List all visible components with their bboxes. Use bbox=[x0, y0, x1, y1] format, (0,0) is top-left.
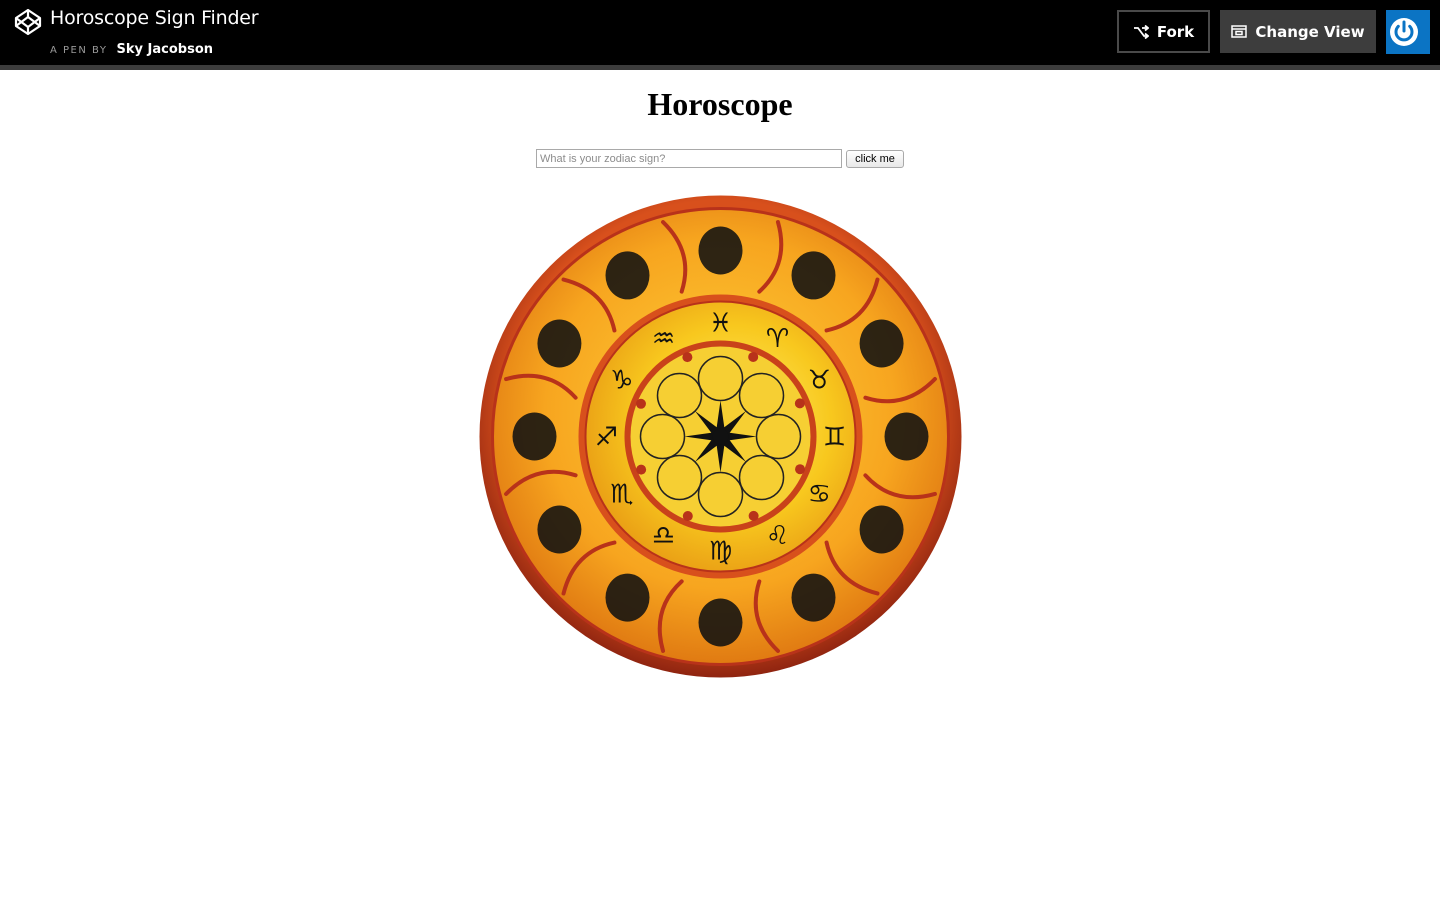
zodiac-glyph: ♋ bbox=[808, 480, 831, 510]
mandala-bead bbox=[635, 398, 646, 409]
zodiac-figure bbox=[698, 226, 743, 275]
codepen-logo-icon[interactable] bbox=[14, 8, 42, 36]
fork-button[interactable]: Fork bbox=[1117, 10, 1210, 53]
pen-byline: A PEN BY Sky Jacobson bbox=[50, 38, 213, 57]
byline-prefix: A PEN BY bbox=[50, 45, 108, 56]
zodiac-glyph: ♊ bbox=[823, 423, 846, 453]
zodiac-glyph: ♎ bbox=[652, 521, 675, 551]
zodiac-glyph: ♑ bbox=[610, 366, 633, 396]
power-icon bbox=[1390, 18, 1418, 46]
zodiac-glyph: ♏ bbox=[610, 480, 633, 510]
login-power-button[interactable] bbox=[1386, 10, 1430, 54]
change-view-icon bbox=[1231, 25, 1248, 38]
mandala-bead bbox=[748, 351, 759, 362]
zodiac-glyph: ♐ bbox=[595, 423, 618, 453]
change-view-button[interactable]: Change View bbox=[1220, 10, 1376, 53]
fork-icon bbox=[1133, 24, 1149, 39]
mandala-bead bbox=[636, 464, 647, 475]
mandala-core bbox=[712, 428, 729, 445]
zodiac-glyph: ♓ bbox=[709, 309, 732, 339]
zodiac-figure bbox=[537, 505, 582, 554]
zodiac-figure bbox=[859, 319, 904, 368]
zodiac-figure bbox=[791, 573, 836, 622]
zodiac-figure bbox=[605, 251, 650, 300]
zodiac-figure bbox=[537, 319, 582, 368]
zodiac-glyph: ♈ bbox=[766, 324, 789, 354]
zodiac-sign-input[interactable] bbox=[536, 149, 842, 168]
mandala-bead bbox=[794, 398, 805, 409]
mandala-bead bbox=[682, 352, 693, 363]
author-link[interactable]: Sky Jacobson bbox=[117, 42, 213, 57]
fork-label: Fork bbox=[1156, 22, 1195, 41]
zodiac-wheel-image: ♓ ♈ ♉ ♊ ♋ ♌ ♍ ♎ ♏ ♐ ♑ ♒ bbox=[479, 195, 962, 678]
zodiac-figure bbox=[698, 598, 743, 647]
mandala-bead bbox=[682, 511, 693, 522]
zodiac-figure bbox=[512, 412, 557, 461]
mandala-bead bbox=[748, 510, 759, 521]
zodiac-figure bbox=[884, 412, 929, 461]
click-me-button[interactable]: click me bbox=[846, 150, 904, 168]
page-title: Horoscope bbox=[647, 86, 793, 122]
mandala-bead bbox=[795, 464, 806, 475]
zodiac-figure bbox=[791, 251, 836, 300]
pen-title: Horoscope Sign Finder bbox=[50, 7, 259, 29]
zodiac-figure bbox=[859, 505, 904, 554]
top-bar: Horoscope Sign Finder A PEN BY Sky Jacob… bbox=[0, 0, 1440, 70]
zodiac-glyph: ♉ bbox=[808, 366, 831, 396]
zodiac-glyph: ♍ bbox=[709, 537, 732, 567]
zodiac-glyph: ♌ bbox=[766, 521, 789, 551]
change-view-label: Change View bbox=[1255, 22, 1365, 41]
zodiac-glyph: ♒ bbox=[652, 324, 675, 354]
zodiac-figure bbox=[605, 573, 650, 622]
